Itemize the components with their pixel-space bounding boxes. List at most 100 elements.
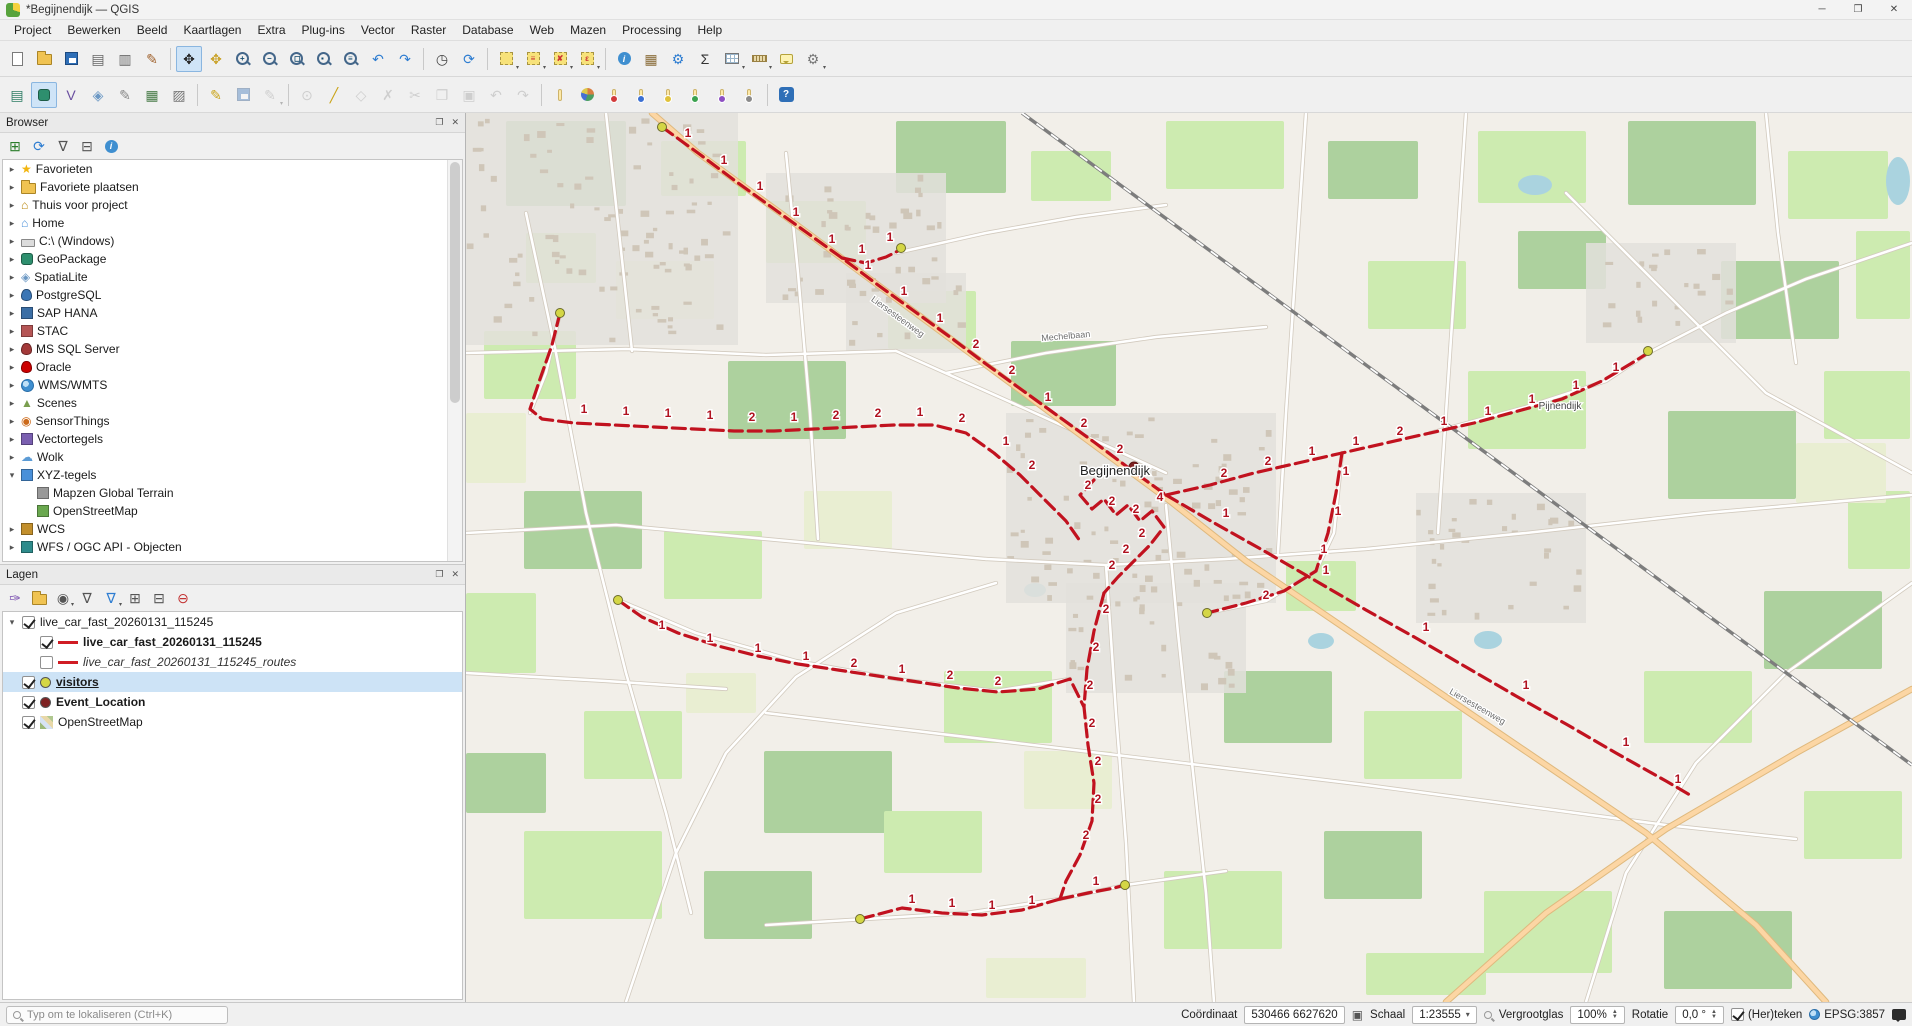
layer-diagram-options[interactable]: [574, 82, 600, 108]
filter-browser[interactable]: ∇: [52, 135, 74, 157]
save-layer-edits[interactable]: [230, 82, 256, 108]
menu-kaartlagen[interactable]: Kaartlagen: [175, 21, 249, 39]
map-canvas[interactable]: LiersesteenwegLiersesteenwegMechelbaan11…: [466, 113, 1912, 1002]
show-layout-manager[interactable]: ▥: [112, 46, 138, 72]
add-group[interactable]: [28, 587, 50, 609]
filter-by-expression-dropdown[interactable]: ▾: [119, 601, 122, 608]
menu-beeld[interactable]: Beeld: [129, 21, 176, 39]
map-tips[interactable]: [773, 46, 799, 72]
options-dropdown[interactable]: ▾: [823, 64, 826, 71]
browser-item-ms-sql-server[interactable]: ▸MS SQL Server: [3, 340, 462, 358]
expand-all[interactable]: ⊞: [124, 587, 146, 609]
browser-item-home[interactable]: ▸⌂Home: [3, 214, 462, 232]
new-project[interactable]: [4, 46, 30, 72]
menu-web[interactable]: Web: [522, 21, 562, 39]
browser-item-xyz-tegels[interactable]: ▾XYZ-tegels: [3, 466, 462, 484]
layer-item-openstreetmap[interactable]: OpenStreetMap: [3, 712, 462, 732]
coordinate-input[interactable]: 530466 6627620: [1244, 1006, 1344, 1024]
layer-visibility-checkbox[interactable]: [22, 676, 35, 689]
expander-icon[interactable]: ▸: [7, 326, 17, 337]
select-features[interactable]: ▾: [493, 46, 519, 72]
select-features-by-value-dropdown[interactable]: ▾: [543, 64, 546, 71]
layers-close-button[interactable]: ✕: [451, 569, 459, 580]
expander-icon[interactable]: ▸: [7, 524, 17, 535]
layer-labeling-options[interactable]: [547, 82, 573, 108]
browser-scrollbar[interactable]: [447, 160, 462, 561]
new-mesh-layer[interactable]: ▦: [139, 82, 165, 108]
browser-item-mapzen-global-terrain[interactable]: Mapzen Global Terrain: [3, 484, 462, 502]
locator-search[interactable]: Typ om te lokaliseren (Ctrl+K): [6, 1006, 228, 1024]
layers-float-button[interactable]: ❐: [435, 569, 443, 580]
select-by-expression-dropdown[interactable]: ▾: [597, 64, 600, 71]
remove-layer[interactable]: ⊖: [172, 587, 194, 609]
extents-icon[interactable]: ▣: [1352, 1008, 1363, 1022]
add-line-feature[interactable]: ╱: [321, 82, 347, 108]
layer-visibility-checkbox[interactable]: [22, 616, 35, 629]
browser-item-sensorthings[interactable]: ▸◉SensorThings: [3, 412, 462, 430]
render-checkbox[interactable]: (Her)teken: [1731, 1008, 1802, 1021]
expander-icon[interactable]: ▸: [7, 308, 17, 319]
browser-item-spatialite[interactable]: ▸◈SpatiaLite: [3, 268, 462, 286]
select-features-by-value[interactable]: ≡▾: [520, 46, 546, 72]
current-edits[interactable]: ✎▾: [257, 82, 283, 108]
expander-icon[interactable]: ▸: [7, 290, 17, 301]
identify-features[interactable]: i: [611, 46, 637, 72]
zoom-full-extent[interactable]: ◻: [284, 46, 310, 72]
new-spatialite-layer[interactable]: ◈: [85, 82, 111, 108]
temporal-controller[interactable]: ◷: [429, 46, 455, 72]
spinner-arrows-icon[interactable]: ▲▼: [1711, 1010, 1717, 1020]
menu-vector[interactable]: Vector: [353, 21, 403, 39]
paste-features[interactable]: ▣: [456, 82, 482, 108]
menu-mazen[interactable]: Mazen: [562, 21, 614, 39]
scrollbar-thumb[interactable]: [450, 162, 460, 403]
expander-icon[interactable]: ▸: [7, 416, 17, 427]
expander-icon[interactable]: ▸: [7, 362, 17, 373]
browser-item-scenes[interactable]: ▸▲Scenes: [3, 394, 462, 412]
open-layer-styling-panel[interactable]: ✑: [4, 587, 26, 609]
browser-item-c-windows[interactable]: ▸C:\ (Windows): [3, 232, 462, 250]
new-virtual-layer[interactable]: ▨: [166, 82, 192, 108]
statistical-summary[interactable]: Σ: [692, 46, 718, 72]
pan-map-to-selection[interactable]: ✥: [203, 46, 229, 72]
save-project[interactable]: [58, 46, 84, 72]
minimize-button[interactable]: ─: [1804, 0, 1840, 19]
manage-map-themes-dropdown[interactable]: ▾: [71, 601, 74, 608]
style-manager[interactable]: ✎: [139, 46, 165, 72]
menu-bewerken[interactable]: Bewerken: [59, 21, 128, 39]
rotate-label[interactable]: [709, 82, 735, 108]
filter-legend[interactable]: ∇: [76, 587, 98, 609]
menu-plug-ins[interactable]: Plug-ins: [294, 21, 353, 39]
move-label[interactable]: [682, 82, 708, 108]
checkbox-icon[interactable]: [1731, 1008, 1744, 1021]
deselect-features-dropdown[interactable]: ▾: [570, 64, 573, 71]
vertex-tool[interactable]: ◇: [348, 82, 374, 108]
measure[interactable]: ▾: [746, 46, 772, 72]
layer-visibility-checkbox[interactable]: [40, 636, 53, 649]
zoom-to-selection[interactable]: ▪: [311, 46, 337, 72]
browser-item-sap-hana[interactable]: ▸SAP HANA: [3, 304, 462, 322]
delete-selected[interactable]: ✗: [375, 82, 401, 108]
manage-map-themes[interactable]: ◉▾: [52, 587, 74, 609]
expander-icon[interactable]: ▸: [7, 434, 17, 445]
copy-features[interactable]: ❐: [429, 82, 455, 108]
browser-item-oracle[interactable]: ▸Oracle: [3, 358, 462, 376]
current-edits-dropdown[interactable]: ▾: [280, 100, 283, 107]
expander-icon[interactable]: ▾: [7, 470, 17, 481]
crs-button[interactable]: EPSG:3857: [1809, 1009, 1885, 1021]
pin-unpin-labels[interactable]: [601, 82, 627, 108]
expander-icon[interactable]: ▸: [7, 380, 17, 391]
menu-extra[interactable]: Extra: [249, 21, 293, 39]
layer-visibility-checkbox[interactable]: [22, 716, 35, 729]
expander-icon[interactable]: ▸: [7, 236, 17, 247]
browser-item-postgresql[interactable]: ▸PostgreSQL: [3, 286, 462, 304]
expander-icon[interactable]: ▸: [7, 452, 17, 463]
browser-item-stac[interactable]: ▸STAC: [3, 322, 462, 340]
expander-icon[interactable]: ▸: [7, 218, 17, 229]
browser-item-wms-wmts[interactable]: ▸WMS/WMTS: [3, 376, 462, 394]
layer-item-visitors[interactable]: visitors: [3, 672, 462, 692]
refresh-browser[interactable]: ⟳: [28, 135, 50, 157]
new-temporary-scratch-layer[interactable]: ✎: [112, 82, 138, 108]
select-features-dropdown[interactable]: ▾: [516, 64, 519, 71]
show-hide-labels[interactable]: [655, 82, 681, 108]
toggle-editing[interactable]: ✎: [203, 82, 229, 108]
